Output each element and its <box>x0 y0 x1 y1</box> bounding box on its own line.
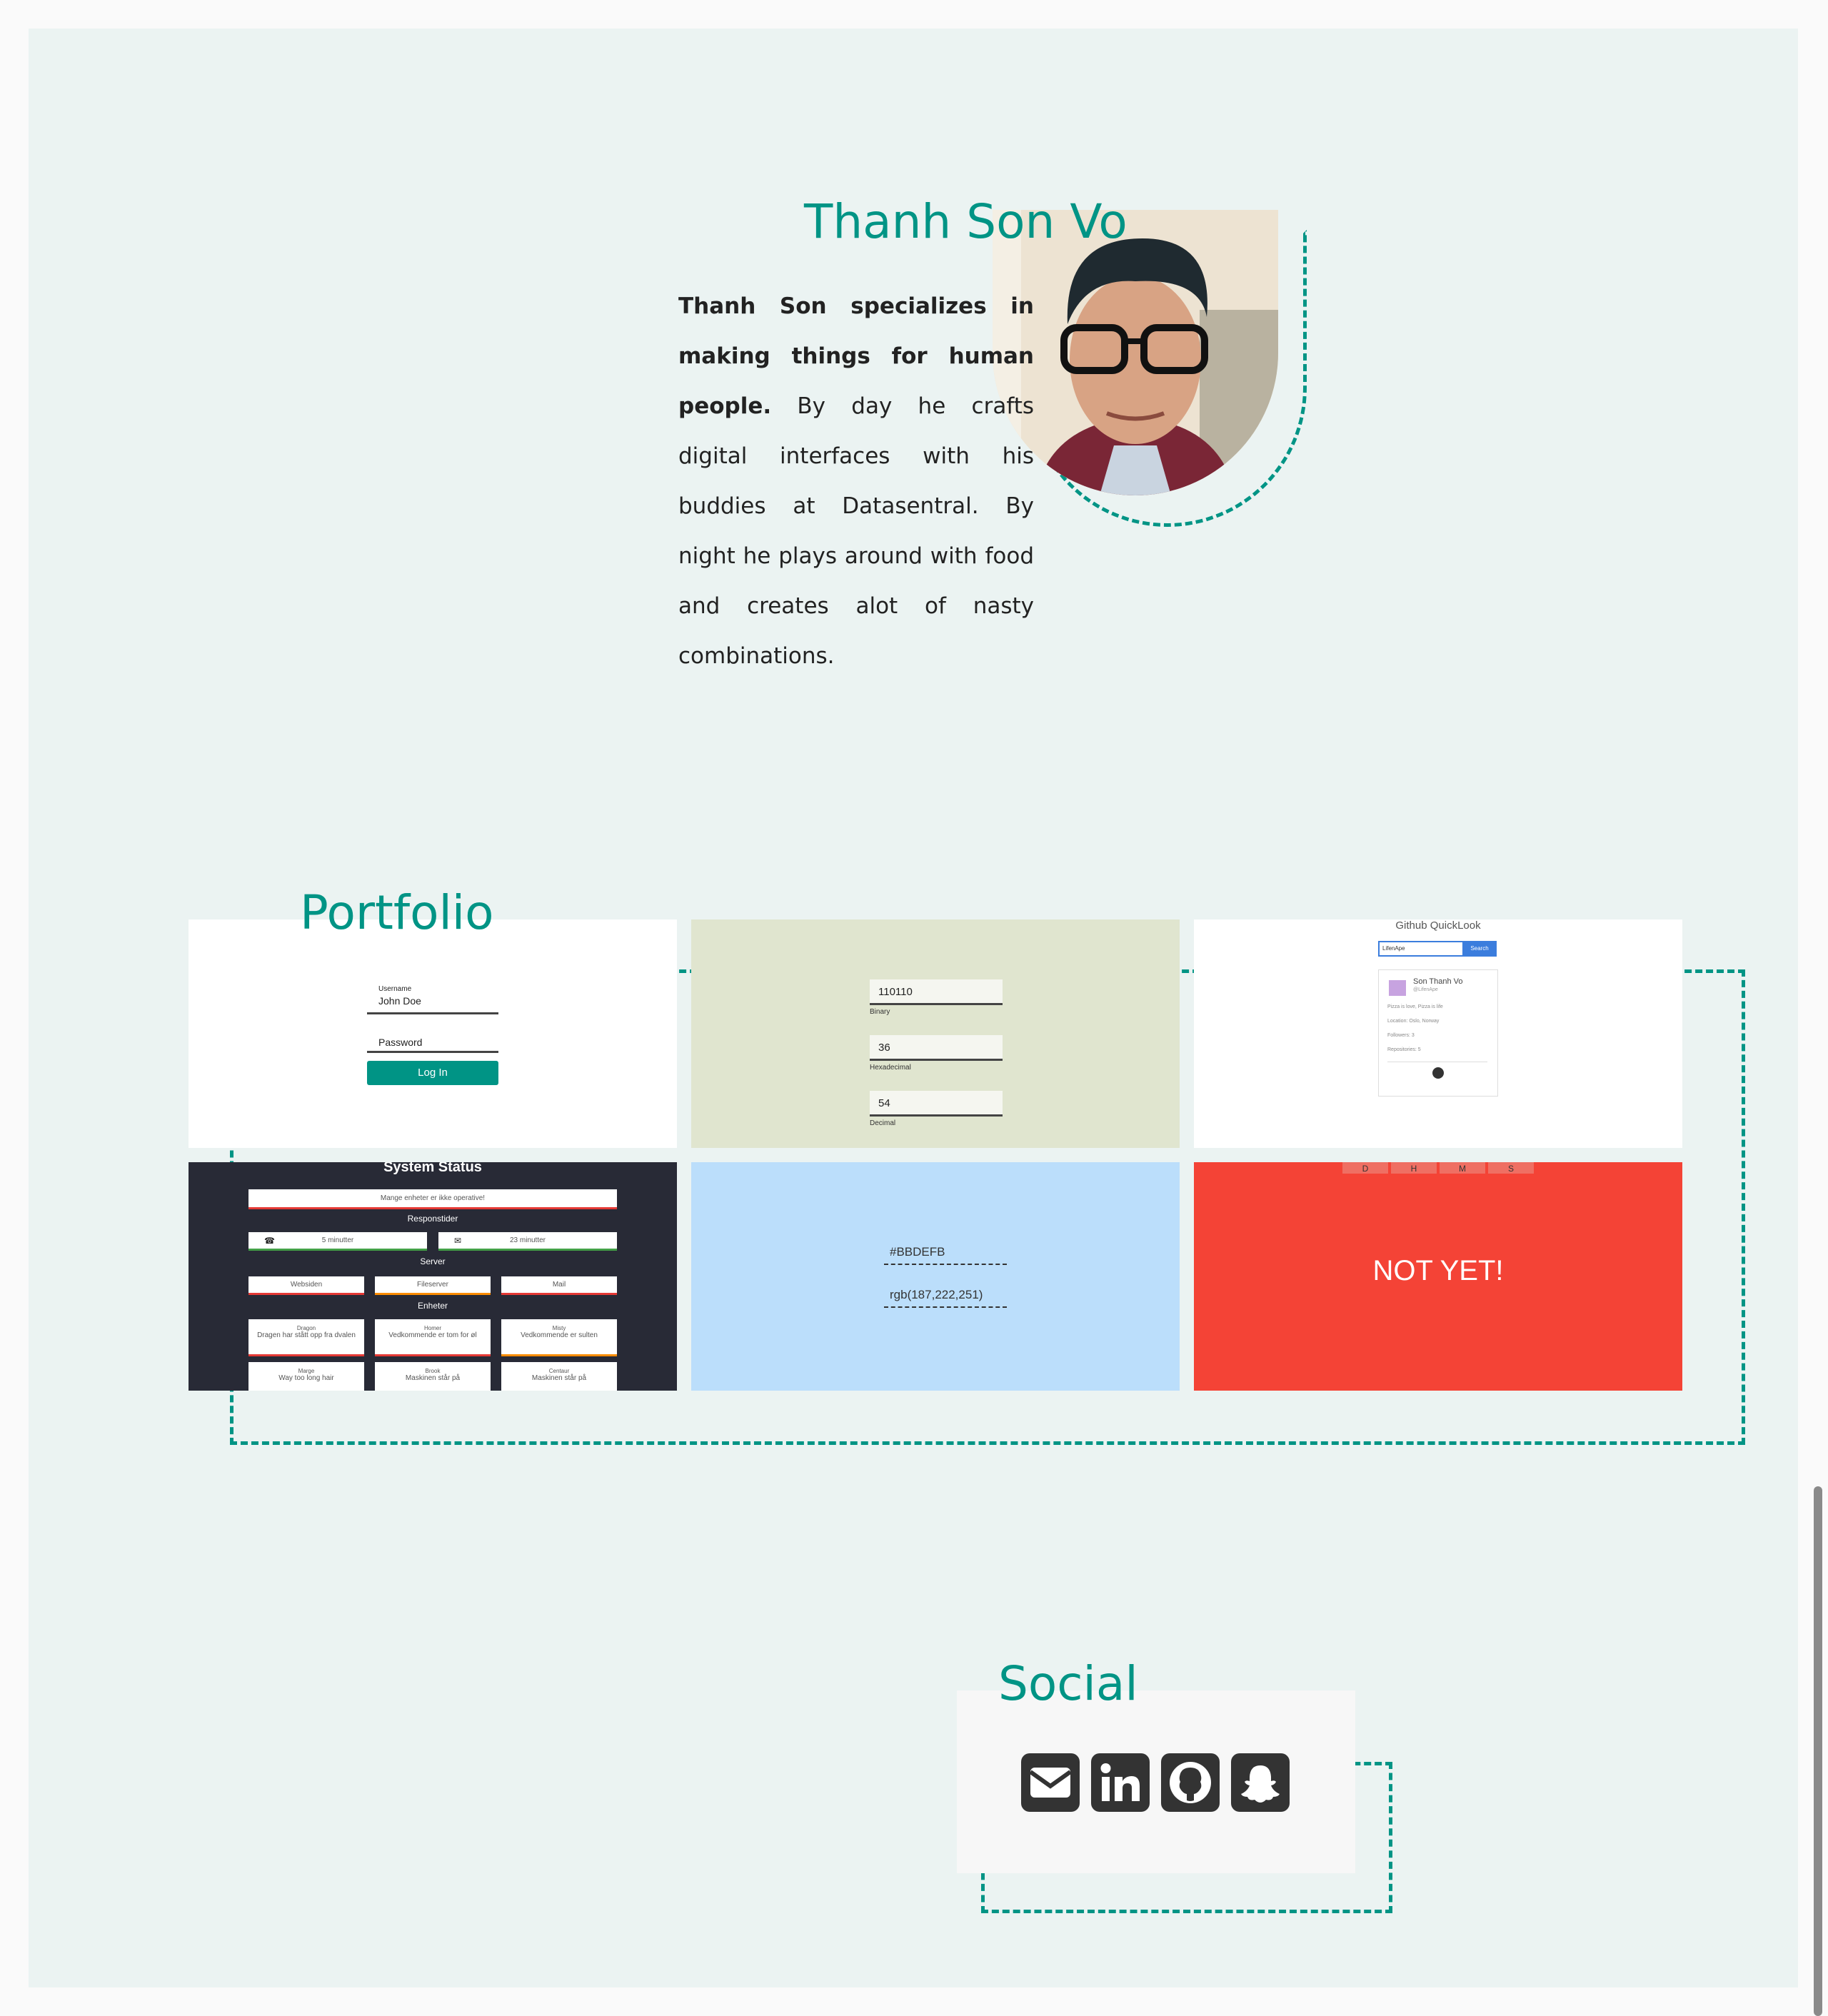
countdown-seconds-label: S <box>1507 1164 1514 1174</box>
status-alert: Mange enheter er ikke operative! <box>248 1189 617 1209</box>
login-username-underline <box>367 1012 498 1014</box>
converter-binary-field: 110110 <box>870 979 1003 1005</box>
about-title: Thanh Son Vo <box>804 194 1128 249</box>
countdown-days: 04D <box>1342 1162 1388 1174</box>
converter-decimal-field: 54 <box>870 1091 1003 1117</box>
portfolio-item-countdown[interactable]: 04D 05H 05M 43S NOT YET! <box>1194 1162 1682 1391</box>
countdown-seconds: 43S <box>1488 1162 1534 1174</box>
countdown-message: NOT YET! <box>1372 1255 1504 1286</box>
converter-decimal-label: Decimal <box>870 1119 896 1127</box>
status-title: System Status <box>383 1162 482 1175</box>
github-octocat-icon <box>1432 1067 1444 1079</box>
envelope-icon[interactable] <box>1021 1753 1080 1812</box>
status-unit-dragon: Dragon Dragen har stått opp fra dvalen <box>248 1319 364 1356</box>
status-unit-misty-desc: Vedkommende er sulten <box>521 1331 598 1339</box>
status-response-website: ☎ 5 minutter <box>248 1232 427 1251</box>
social-links <box>957 1690 1355 1873</box>
portfolio-item-converter[interactable]: 110110 Binary 36 Hexadecimal 54 Decimal <box>691 919 1180 1148</box>
scrollbar[interactable] <box>1814 1486 1822 2016</box>
github-search-input: LifenApe <box>1378 941 1464 957</box>
status-unit-dragon-name: Dragon <box>296 1325 316 1331</box>
phone-icon: ☎ <box>264 1236 275 1246</box>
portfolio-item-system-status[interactable]: System Status Mange enheter er ikke oper… <box>189 1162 677 1391</box>
status-unit-marge: Marge Way too long hair <box>248 1362 364 1391</box>
login-username-label: Username <box>378 985 412 993</box>
status-server-label: Server <box>420 1256 446 1266</box>
countdown-minutes-label: M <box>1459 1164 1466 1174</box>
status-unit-brook-name: Brook <box>425 1368 441 1374</box>
github-title: Github QuickLook <box>1395 919 1481 932</box>
github-avatar <box>1389 980 1406 996</box>
github-followers: Followers: 3 <box>1387 1033 1415 1038</box>
status-unit-homer-name: Homer <box>423 1325 441 1331</box>
converter-hex-field: 36 <box>870 1035 1003 1061</box>
status-unit-dragon-desc: Dragen har stått opp fra dvalen <box>257 1331 356 1339</box>
status-server-mail: Mail <box>501 1276 617 1295</box>
status-unit-misty: Misty Vedkommende er sulten <box>501 1319 617 1356</box>
about-description: Thanh Son specializes in making things f… <box>678 281 1034 681</box>
profile-photo <box>993 210 1278 495</box>
status-server-website: Websiden <box>248 1276 364 1295</box>
status-unit-centaur: Centaur Maskinen står på <box>501 1362 617 1391</box>
status-response-website-value: 5 minutter <box>321 1236 354 1244</box>
countdown-days-label: D <box>1362 1164 1369 1174</box>
github-location: Location: Oslo, Norway <box>1387 1019 1440 1024</box>
countdown-minutes: 05M <box>1440 1162 1485 1174</box>
portfolio-title: Portfolio <box>300 885 494 940</box>
portfolio-item-color-converter[interactable]: #BBDEFB rgb(187,222,251) <box>691 1162 1180 1391</box>
color-rgb-field: rgb(187,222,251) <box>884 1288 1007 1308</box>
converter-binary-label: Binary <box>870 1008 890 1016</box>
social-title: Social <box>998 1656 1138 1711</box>
github-search-button: Search <box>1462 941 1497 957</box>
status-response-mail: ✉ 23 minutter <box>438 1232 617 1251</box>
page-background: Thanh Son Vo Thanh Son specializes in ma… <box>29 29 1798 1987</box>
status-unit-marge-name: Marge <box>298 1368 315 1374</box>
portfolio-item-login[interactable]: Username John Doe Password Log In <box>189 919 677 1148</box>
status-unit-centaur-desc: Maskinen står på <box>531 1374 587 1382</box>
login-username-value: John Doe <box>378 995 421 1007</box>
login-password-underline <box>367 1051 498 1053</box>
status-unit-brook-desc: Maskinen står på <box>405 1374 461 1382</box>
github-bio: Pizza is love, Pizza is life <box>1387 1004 1443 1009</box>
login-button: Log In <box>367 1061 498 1085</box>
snapchat-icon[interactable] <box>1231 1753 1290 1812</box>
github-profile-card: Son Thanh Vo @LifenApe Pizza is love, Pi… <box>1378 969 1498 1097</box>
portfolio-item-github[interactable]: Github QuickLook LifenApe Search Son Tha… <box>1194 919 1682 1148</box>
login-password-label: Password <box>378 1037 423 1048</box>
status-units-label: Enheter <box>417 1301 448 1311</box>
github-handle: @LifenApe <box>1413 987 1438 992</box>
about-description-rest: By day he crafts digital interfaces with… <box>678 393 1034 669</box>
github-repos: Repositories: 5 <box>1387 1047 1421 1052</box>
envelope-icon: ✉ <box>454 1236 462 1246</box>
status-response-mail-value: 23 minutter <box>509 1236 546 1244</box>
converter-hex-label: Hexadecimal <box>870 1064 911 1072</box>
status-server-fileserver: Fileserver <box>375 1276 491 1295</box>
status-unit-marge-desc: Way too long hair <box>278 1374 334 1382</box>
status-unit-brook: Brook Maskinen står på <box>375 1362 491 1391</box>
color-hex-field: #BBDEFB <box>884 1245 1007 1265</box>
status-unit-misty-name: Misty <box>552 1325 566 1331</box>
github-name: Son Thanh Vo <box>1413 977 1463 986</box>
github-icon[interactable] <box>1161 1753 1220 1812</box>
linkedin-icon[interactable] <box>1091 1753 1150 1812</box>
countdown-hours-label: H <box>1410 1164 1417 1174</box>
status-unit-centaur-name: Centaur <box>548 1368 570 1374</box>
countdown-hours: 05H <box>1391 1162 1437 1174</box>
status-response-label: Responstider <box>407 1214 458 1224</box>
status-unit-homer: Homer Vedkommende er tom for øl <box>375 1319 491 1356</box>
status-unit-homer-desc: Vedkommende er tom for øl <box>388 1331 477 1339</box>
